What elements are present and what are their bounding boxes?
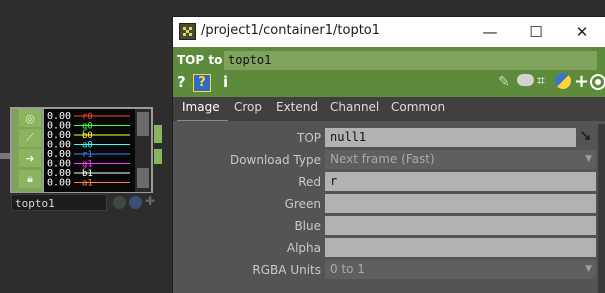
display-flag-icon[interactable] xyxy=(129,196,142,209)
node-input-wire xyxy=(0,153,10,159)
param-green-field[interactable] xyxy=(325,194,596,213)
node-output-connector[interactable] xyxy=(154,125,162,143)
pencil-icon[interactable]: ✎ xyxy=(498,74,510,90)
preview-row-name: g1 xyxy=(82,160,93,170)
node-output-connector-2[interactable] xyxy=(154,149,162,164)
close-button[interactable]: ✕ xyxy=(559,17,605,47)
param-alpha-label: Alpha xyxy=(286,241,321,255)
bypass-flag-icon[interactable] xyxy=(113,196,126,209)
node-preview: 0.00 r0 0.00 g0 0.00 b0 0.00 a0 0.00 r1 0.00 g1 0.00… xyxy=(44,109,135,192)
param-blue-label: Blue xyxy=(294,219,321,233)
maximize-button[interactable]: ☐ xyxy=(513,17,559,47)
preview-row-name: a0 xyxy=(82,141,93,151)
preview-row-name: r0 xyxy=(82,112,93,122)
download-type-value: Next frame (Fast) xyxy=(330,152,435,166)
help-icon[interactable]: ? xyxy=(177,73,186,91)
info-icon[interactable]: i xyxy=(223,73,228,91)
preview-row-name: b0 xyxy=(82,131,93,141)
target-icon[interactable] xyxy=(590,74,605,90)
param-top-label: TOP xyxy=(296,131,321,145)
touchdesigner-app-icon xyxy=(179,23,196,40)
tab-crop[interactable]: Crop xyxy=(234,100,262,114)
comment-icon[interactable] xyxy=(517,74,534,86)
preview-row-value: 0.00 xyxy=(47,178,71,189)
plus-icon[interactable]: ✚ xyxy=(145,194,155,211)
arrow-right-icon[interactable]: ➜ xyxy=(19,149,41,167)
preview-row-name: b1 xyxy=(82,169,93,179)
window-title: /project1/container1/topto1 xyxy=(201,23,381,38)
python-help-icon[interactable]: ? xyxy=(193,74,211,92)
param-top-field[interactable]: null1 xyxy=(325,128,576,147)
drag-arrow-icon[interactable]: ↘ xyxy=(579,126,599,144)
rgba-units-value: 0 to 1 xyxy=(330,262,365,276)
tag-icon[interactable]: ⌗ xyxy=(537,73,545,89)
param-download-type-label: Download Type xyxy=(229,153,321,167)
node-scroll-handle[interactable] xyxy=(137,168,149,188)
minimize-button[interactable]: — xyxy=(467,17,513,47)
param-blue-field[interactable] xyxy=(325,216,596,235)
param-alpha-field[interactable] xyxy=(325,238,596,257)
lock-icon[interactable]: 🔒︎ xyxy=(19,170,41,188)
tab-image[interactable]: Image xyxy=(182,100,220,114)
preview-row-name: a1 xyxy=(82,179,93,189)
node-name-label[interactable]: topto1 xyxy=(11,194,107,211)
param-green-label: Green xyxy=(284,197,321,211)
preview-row-name: r1 xyxy=(82,150,93,160)
tab-common[interactable]: Common xyxy=(391,100,445,114)
node-scroll-thumb[interactable] xyxy=(137,112,149,136)
param-download-type-menu[interactable]: Next frame (Fast) ▼ xyxy=(325,150,596,169)
operator-name-field[interactable]: topto1 xyxy=(224,51,597,70)
python-icon[interactable] xyxy=(555,73,571,89)
param-red-field[interactable]: r xyxy=(325,172,596,191)
tab-channel[interactable]: Channel xyxy=(330,100,379,114)
panel-scrollbar[interactable] xyxy=(598,124,605,293)
param-rgba-units-menu[interactable]: 0 to 1 ▼ xyxy=(325,260,596,279)
chevron-down-icon: ▼ xyxy=(585,264,592,274)
add-icon[interactable]: + xyxy=(574,71,589,92)
param-red-label: Red xyxy=(298,175,321,189)
chop-type-icon[interactable]: ⟋ xyxy=(19,129,41,147)
chevron-down-icon: ▼ xyxy=(585,154,592,164)
viewer-active-icon[interactable]: ◎ xyxy=(19,109,41,127)
operator-type-label: TOP to xyxy=(177,53,223,67)
channel-graph: 0.00 r00.00 g00.00 b00.00 a00.00 r10.00 g10.00… xyxy=(47,111,130,189)
param-rgba-units-label: RGBA Units xyxy=(252,263,321,277)
tab-extend[interactable]: Extend xyxy=(276,100,318,114)
preview-row-name: g0 xyxy=(82,122,93,132)
